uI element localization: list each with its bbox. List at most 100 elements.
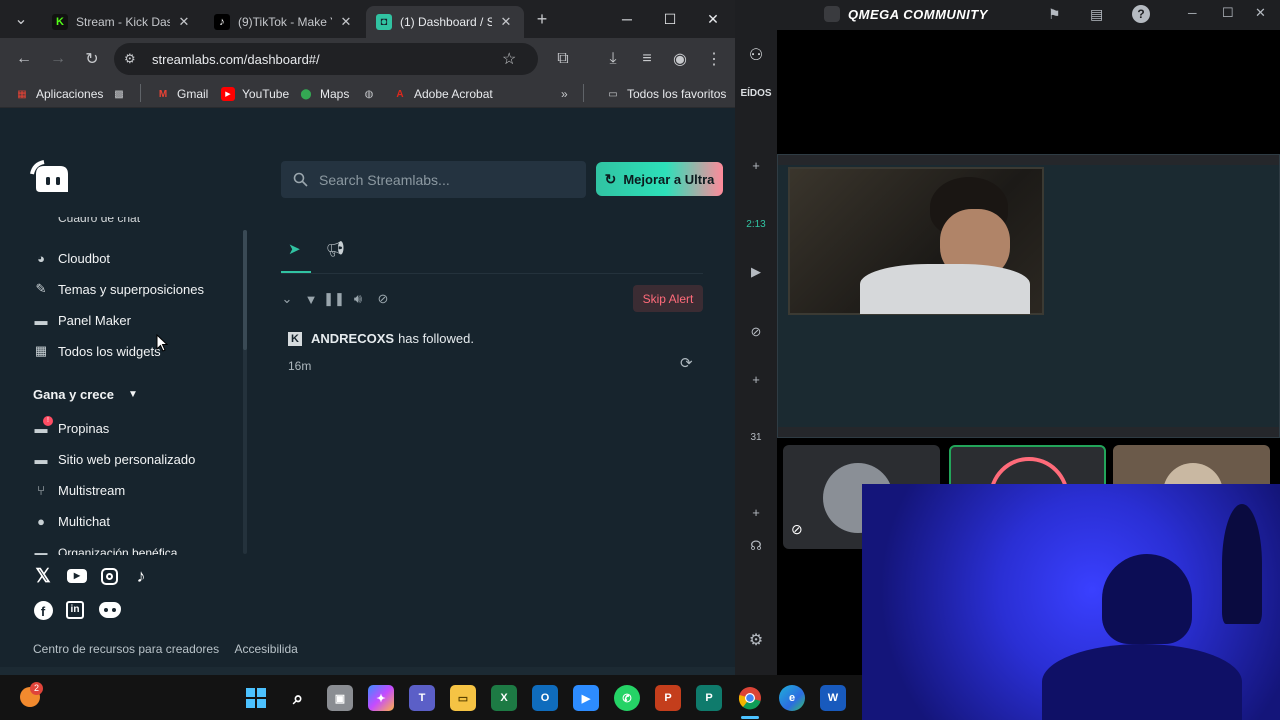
close-icon[interactable]: ✕ <box>498 14 514 30</box>
close-icon[interactable]: ✕ <box>338 14 354 30</box>
tab-search-chevron-icon[interactable]: ⌄ <box>9 7 33 31</box>
linkedin-icon[interactable]: in <box>64 599 86 621</box>
sidebar-item-partial[interactable]: Cuadro de chat <box>58 217 140 229</box>
replay-alert-icon[interactable]: ⟳ <box>680 354 693 372</box>
tab-title: Stream - Kick Dashb <box>76 15 170 29</box>
accessibility-link[interactable]: Accesibilida <box>234 642 297 656</box>
plus-icon[interactable]: + <box>735 505 777 520</box>
outlook-icon[interactable]: O <box>532 685 558 711</box>
page-horizontal-scrollbar[interactable] <box>0 667 735 675</box>
bookmark-acrobat[interactable]: A Adobe Acrobat <box>393 84 492 104</box>
bookmark-gmail[interactable]: M Gmail <box>156 84 209 104</box>
sidebar-item-multichat[interactable]: ● Multichat <box>33 510 110 532</box>
maximize-icon[interactable]: ☐ <box>1222 5 1234 21</box>
maximize-icon[interactable]: ☐ <box>655 8 685 30</box>
file-explorer-icon[interactable]: ▭ <box>450 685 476 711</box>
word-icon[interactable]: W <box>820 685 846 711</box>
tab-title: (9)TikTok - Make Yo <box>238 15 332 29</box>
url-text[interactable]: streamlabs.com/dashboard#/ <box>152 52 502 67</box>
minimize-icon[interactable]: ─ <box>612 8 642 30</box>
window-close-icon[interactable]: ✕ <box>698 8 728 30</box>
inbox-icon[interactable]: ▤ <box>1090 6 1103 23</box>
search-icon[interactable]: ⌕ <box>285 685 311 711</box>
tab-streamlabs[interactable]: ◘ (1) Dashboard / Stre ✕ <box>366 6 524 38</box>
minimize-icon[interactable]: ─ <box>1188 6 1197 20</box>
bookmark-apps[interactable]: ▦ Aplicaciones <box>15 84 103 104</box>
creator-resources-link[interactable]: Centro de recursos para creadores <box>33 642 219 656</box>
upgrade-ultra-button[interactable]: ↻ Mejorar a Ultra <box>596 162 723 196</box>
extensions-icon[interactable]: ⧉ <box>551 47 575 71</box>
bookmark-tabgroup[interactable]: ▩ <box>112 84 133 104</box>
forward-arrow-icon[interactable]: → <box>46 47 70 71</box>
publisher-icon[interactable]: P <box>696 685 722 711</box>
x-twitter-icon[interactable]: 𝕏 <box>32 565 54 587</box>
bookmark-all-favorites[interactable]: ▭ Todos los favoritos <box>606 84 726 104</box>
tab-tiktok[interactable]: ♪ (9)TikTok - Make Yo ✕ <box>204 6 364 38</box>
edge-icon[interactable]: e <box>779 685 805 711</box>
more-bookmarks-chevron-icon[interactable]: » <box>561 84 568 104</box>
megaphone-icon[interactable]: 📢︎ <box>326 240 345 258</box>
back-arrow-icon[interactable]: ← <box>12 47 36 71</box>
streamlabs-logo-icon[interactable] <box>30 160 72 198</box>
new-tab-plus-icon[interactable]: + <box>530 7 554 31</box>
search-input[interactable] <box>319 171 569 188</box>
windows-start-icon[interactable] <box>243 685 269 711</box>
teams-icon[interactable]: T <box>409 685 435 711</box>
volume-icon[interactable]: 🔊︎ <box>349 290 367 308</box>
sidebar-scrollbar-thumb[interactable] <box>243 230 247 350</box>
bookmark-youtube[interactable]: ▶ YouTube <box>221 84 289 104</box>
bookmark-maps[interactable]: ⬤ Maps <box>299 84 349 104</box>
address-bar[interactable]: ⚙ streamlabs.com/dashboard#/ ☆ <box>114 43 538 75</box>
download-icon[interactable]: ⤓ <box>601 47 625 71</box>
sidebar-item-partial[interactable]: ▬ Organización benéfica <box>33 544 178 555</box>
media-control-icon[interactable]: ≡ <box>635 47 659 71</box>
copilot-icon[interactable]: ✦ <box>368 685 394 711</box>
close-icon[interactable]: ✕ <box>1255 5 1266 21</box>
facebook-icon[interactable]: f <box>32 599 54 621</box>
mic-muted-icon[interactable]: ⊘ <box>735 324 777 340</box>
site-info-icon[interactable]: ⚙ <box>124 51 144 67</box>
send-alert-icon[interactable]: ➤ <box>288 240 301 258</box>
tab-kick[interactable]: K Stream - Kick Dashb ✕ <box>42 6 202 38</box>
skip-alert-button[interactable]: Skip Alert <box>633 285 703 312</box>
reload-icon[interactable]: ↻ <box>80 47 104 71</box>
menu-dots-icon[interactable]: ⋮ <box>702 47 726 71</box>
whatsapp-icon[interactable]: ✆ <box>614 685 640 711</box>
flag-icon[interactable]: ⚑ <box>1048 6 1061 23</box>
help-icon[interactable]: ? <box>1132 5 1150 23</box>
zoom-icon[interactable]: ▶ <box>573 685 599 711</box>
chrome-icon[interactable] <box>737 685 763 711</box>
task-view-icon[interactable]: ▣ <box>327 685 353 711</box>
sidebar-item-multistream[interactable]: ⑂ Multistream <box>33 479 125 501</box>
mute-alerts-icon[interactable]: ⊘ <box>374 290 392 308</box>
plus-icon[interactable]: + <box>735 372 777 387</box>
sidebar-item-themes[interactable]: ✎ Temas y superposiciones <box>33 278 204 300</box>
plus-icon[interactable]: + <box>735 158 777 173</box>
add-friend-icon[interactable]: ⚇ <box>735 45 777 65</box>
bookmark-star-icon[interactable]: ☆ <box>502 49 526 69</box>
youtube-icon[interactable]: ▶ <box>66 565 88 587</box>
sidebar-item-cloudbot[interactable]: ◕ Cloudbot <box>33 247 110 269</box>
collapse-chevron-icon[interactable]: ⌄ <box>278 290 296 308</box>
search-bar[interactable] <box>281 161 586 198</box>
shared-browser-bar <box>778 155 1279 165</box>
close-icon[interactable]: ✕ <box>176 14 192 30</box>
instagram-icon[interactable] <box>98 565 120 587</box>
settings-gear-icon[interactable]: ⚙ <box>735 630 777 650</box>
event-item: K ANDRECOXS has followed. <box>288 331 474 346</box>
powerpoint-icon[interactable]: P <box>655 685 681 711</box>
sidebar-item-custom-site[interactable]: ▬ Sitio web personalizado <box>33 448 196 470</box>
excel-icon[interactable]: X <box>491 685 517 711</box>
sidebar-item-widgets[interactable]: ▦ Todos los widgets <box>33 340 161 362</box>
pause-icon[interactable]: ❚❚ <box>323 290 345 308</box>
bookmark-globe[interactable]: ◍ <box>362 84 383 104</box>
camera-icon[interactable]: ▶ <box>735 264 777 280</box>
tiktok-icon[interactable]: ♪ <box>130 565 152 587</box>
sidebar-item-tips[interactable]: ▬! Propinas <box>33 416 109 439</box>
discord-icon[interactable] <box>99 599 121 621</box>
headset-icon[interactable]: ☊ <box>735 538 777 554</box>
sidebar-item-panel-maker[interactable]: ▬ Panel Maker <box>33 309 131 331</box>
profile-avatar-icon[interactable]: ◉ <box>668 47 692 71</box>
filter-icon[interactable]: ▼ <box>302 290 320 308</box>
sidebar-section-earn-grow[interactable]: Gana y crece ▼ <box>33 383 138 405</box>
